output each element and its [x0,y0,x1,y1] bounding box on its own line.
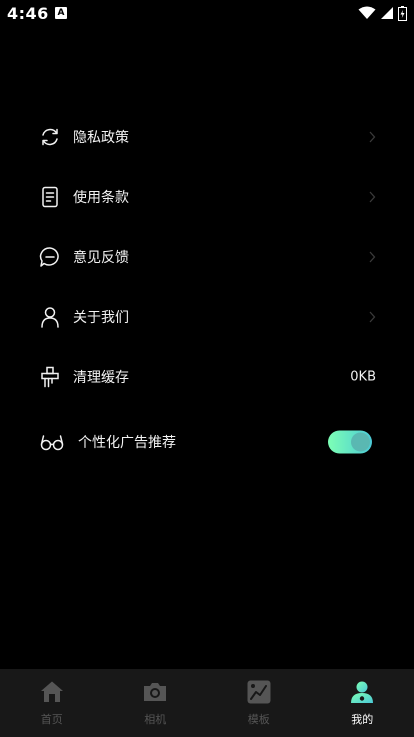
menu-item-label: 关于我们 [73,310,129,326]
menu-item-label: 意见反馈 [73,250,129,266]
template-icon [247,680,271,704]
chevron-right-icon [369,311,376,323]
battery-icon [398,5,407,21]
menu-item-clear-cache[interactable]: 清理缓存 0KB [0,347,414,407]
menu-item-feedback[interactable]: 意见反馈 [0,227,414,287]
tab-label: 相机 [144,713,167,726]
settings-menu: 隐私政策 使用条款 意见反馈 关于我们 清理缓存 0KB 个性化广告推荐 [0,107,414,477]
status-icons [358,4,407,22]
tab-camera[interactable]: 相机 [104,669,208,737]
chevron-right-icon [369,131,376,143]
camera-icon [144,683,167,701]
toggle-knob [351,432,370,452]
signal-icon [381,7,393,19]
tab-template[interactable]: 模板 [207,669,311,737]
cache-size-value: 0KB [350,369,376,385]
document-icon [42,186,58,208]
chevron-right-icon [369,191,376,203]
menu-item-label: 使用条款 [73,190,129,206]
glasses-icon [40,435,64,451]
tab-label: 模板 [247,713,270,726]
wifi-icon [358,6,376,19]
status-time: 4:46 [7,4,49,23]
person-icon [41,307,59,328]
refresh-cycle-icon [42,128,58,146]
menu-item-personalized-ads: 个性化广告推荐 [0,407,414,477]
profile-icon [351,681,374,703]
tab-home[interactable]: 首页 [0,669,104,737]
tab-label: 首页 [40,713,63,726]
menu-item-label: 清理缓存 [73,370,129,386]
menu-item-terms-of-use[interactable]: 使用条款 [0,167,414,227]
broom-icon [41,366,59,388]
menu-item-privacy-policy[interactable]: 隐私政策 [0,107,414,167]
personalized-ads-toggle[interactable] [328,430,372,454]
tab-profile[interactable]: 我的 [311,669,414,737]
bottom-tab-bar: 首页 相机 模板 我的 [0,669,414,737]
chat-bubble-icon [39,247,59,267]
status-bar: 4:46 A [0,0,414,28]
tab-label: 我的 [351,713,374,726]
chevron-right-icon [369,251,376,263]
home-icon [40,681,63,702]
menu-item-label: 隐私政策 [73,130,129,146]
menu-item-about-us[interactable]: 关于我们 [0,287,414,347]
menu-item-label: 个性化广告推荐 [78,435,176,451]
notification-app-icon: A [55,7,67,19]
